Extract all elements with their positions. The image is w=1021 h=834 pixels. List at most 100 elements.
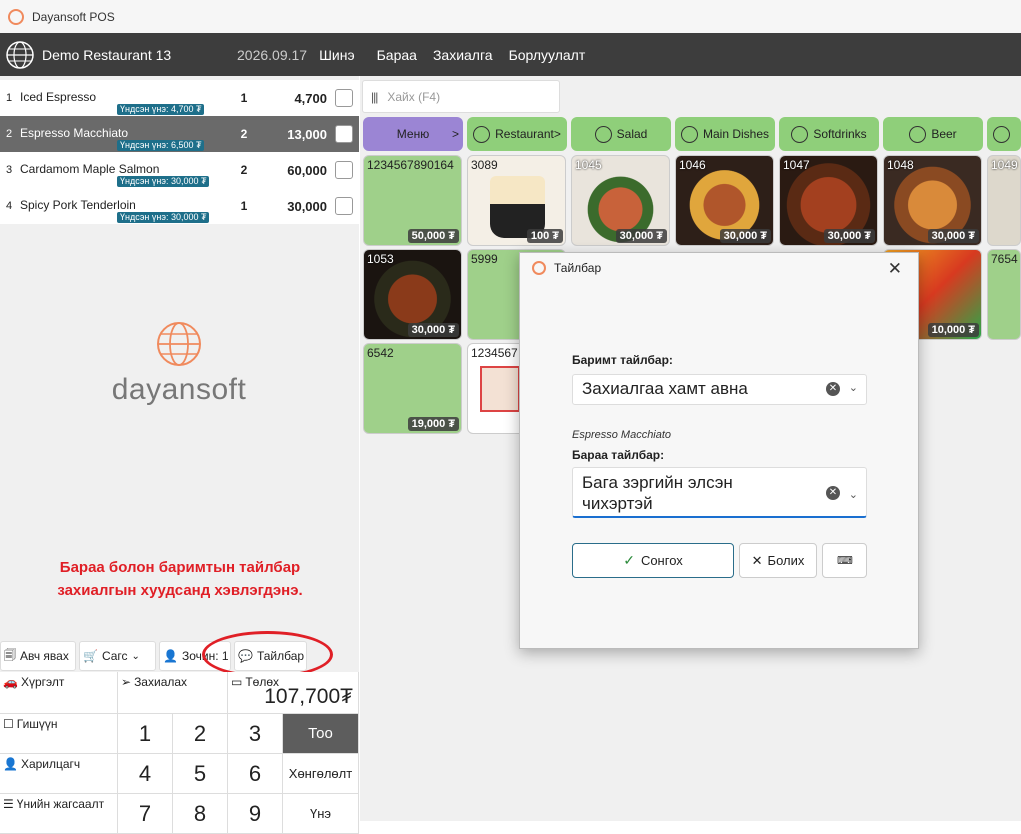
order-row-qty: 1 — [240, 91, 248, 105]
order-row-number: 4 — [6, 200, 13, 212]
category-label: Beer — [931, 127, 957, 141]
order-row-base-price: Үндсэн үнэ: 30,000 ₮ — [117, 176, 210, 187]
digit-1-button[interactable]: 1 — [118, 714, 173, 754]
category-softdrinks[interactable]: Softdrinks — [779, 117, 879, 151]
order-panel: 1 Iced Espresso Үндсэн үнэ: 4,700 ₮ 1 4,… — [0, 76, 359, 834]
product-tile[interactable]: 1047 30,000 ₮ — [779, 155, 878, 246]
digit-8-button[interactable]: 8 — [173, 794, 228, 834]
receipt-note-label: Баримт тайлбар: — [572, 353, 673, 367]
menu-sales[interactable]: Борлуулалт — [509, 47, 586, 63]
receipt-note-value: Захиалгаа хамт авна — [582, 379, 748, 398]
order-row-amount: 13,000 — [287, 126, 327, 142]
discount-button[interactable]: Хөнгөлөлт — [283, 754, 359, 794]
food-dome-icon — [680, 125, 698, 143]
order-row[interactable]: 4 Spicy Pork Tenderloin Үндсэн үнэ: 30,0… — [0, 188, 359, 224]
product-tile[interactable]: 7654 — [987, 249, 1021, 340]
search-input[interactable]: ||| Хайх (F4) — [362, 80, 560, 113]
order-row-checkbox[interactable] — [335, 89, 353, 107]
order-row-checkbox[interactable] — [335, 125, 353, 143]
pay-button[interactable]: ▭ Төлөх 107,700₮ — [228, 672, 359, 714]
digit-5-button[interactable]: 5 — [173, 754, 228, 794]
customer-button[interactable]: 👤 Харилцагч — [0, 754, 118, 794]
order-row-amount: 4,700 — [294, 90, 327, 106]
product-tile[interactable]: 6542 19,000 ₮ — [363, 343, 462, 434]
product-code: 7654 — [991, 252, 1018, 266]
chevron-down-icon[interactable]: ⌄ — [849, 381, 858, 394]
order-button[interactable]: ➢ Захиалах — [118, 672, 228, 714]
product-code: 3089 — [471, 158, 498, 172]
globe-icon[interactable] — [5, 40, 35, 70]
digit-6-button[interactable]: 6 — [228, 754, 283, 794]
app-logo-icon — [8, 8, 24, 25]
product-price: 30,000 ₮ — [719, 229, 771, 243]
category-beer[interactable]: Beer — [883, 117, 983, 151]
dialog-title: Тайлбар — [554, 261, 602, 275]
order-row[interactable]: 3 Cardamom Maple Salmon Үндсэн үнэ: 30,0… — [0, 152, 359, 188]
person-icon: 👤 — [3, 757, 18, 771]
order-row[interactable]: 2 Espresso Macchiato Үндсэн үнэ: 6,500 ₮… — [0, 116, 359, 152]
price-button[interactable]: Үнэ — [283, 794, 359, 834]
order-row-checkbox[interactable] — [335, 197, 353, 215]
ok-button[interactable]: ✓ Сонгох — [572, 543, 734, 578]
order-row-name: Iced Espresso — [20, 90, 97, 104]
category-restaurant[interactable]: Restaurant> — [467, 117, 567, 151]
order-row-qty: 1 — [240, 199, 248, 213]
food-dome-icon — [473, 125, 491, 143]
product-tile[interactable]: 3089 100 ₮ — [467, 155, 566, 246]
chevron-down-icon[interactable]: ⌄ — [849, 485, 858, 506]
menu-orders[interactable]: Захиалга — [433, 47, 493, 63]
product-code: 6542 — [367, 346, 394, 360]
close-icon: ✕ — [751, 552, 763, 568]
category-salad[interactable]: Salad — [571, 117, 671, 151]
beer-icon — [909, 125, 927, 143]
product-price: 100 ₮ — [526, 229, 563, 243]
order-row-number: 1 — [6, 92, 13, 104]
cart-button[interactable]: 🛒 Сагс ⌄ — [79, 641, 156, 671]
bottle-icon — [993, 125, 1010, 143]
product-code: 1234567890164 — [367, 158, 454, 172]
highlight-circle — [202, 631, 333, 678]
wallet-icon: ▭ — [231, 675, 243, 689]
product-price: 30,000 ₮ — [407, 323, 459, 337]
digit-9-button[interactable]: 9 — [228, 794, 283, 834]
product-tile[interactable]: 1234567890164 50,000 ₮ — [363, 155, 462, 246]
order-row-checkbox[interactable] — [335, 161, 353, 179]
delivery-button[interactable]: 🚗 Хүргэлт — [0, 672, 118, 714]
product-tile[interactable]: 1049 — [987, 155, 1021, 246]
receipt-note-field[interactable]: Захиалгаа хамт авна ✕ ⌄ — [572, 374, 867, 405]
product-tile[interactable]: 1045 30,000 ₮ — [571, 155, 670, 246]
category-label: Меню — [396, 127, 430, 141]
keyboard-button[interactable]: ⌨ — [822, 543, 867, 578]
clear-icon[interactable]: ✕ — [826, 382, 840, 396]
delivery-label: Хүргэлт — [20, 675, 65, 689]
member-button[interactable]: ☐ Гишүүн — [0, 714, 118, 754]
digit-7-button[interactable]: 7 — [118, 794, 173, 834]
product-code: 1045 — [575, 158, 602, 172]
order-label: Захиалах — [134, 675, 188, 689]
new-order-button[interactable]: Шинэ — [319, 47, 355, 63]
clear-icon[interactable]: ✕ — [826, 486, 840, 500]
category-label: Restaurant> — [495, 127, 561, 141]
order-row[interactable]: 1 Iced Espresso Үндсэн үнэ: 4,700 ₮ 1 4,… — [0, 80, 359, 116]
order-total: 107,700₮ — [264, 685, 353, 708]
item-note-field[interactable]: Бага зэргийн элсэн чихэртэй ✕ ⌄ — [572, 467, 867, 518]
category-main-dishes[interactable]: Main Dishes — [675, 117, 775, 151]
digit-3-button[interactable]: 3 — [228, 714, 283, 754]
pricelist-button[interactable]: ☰ Үнийн жагсаалт — [0, 794, 118, 834]
digit-2-button[interactable]: 2 — [173, 714, 228, 754]
cancel-button[interactable]: ✕ Болих — [739, 543, 817, 578]
product-code: 1053 — [367, 252, 394, 266]
product-tile[interactable]: 1048 30,000 ₮ — [883, 155, 982, 246]
category-more[interactable] — [987, 117, 1021, 151]
qty-button[interactable]: Тоо — [283, 714, 359, 754]
current-date: 2026.09.17 — [237, 46, 308, 63]
window-title: Dayansoft POS — [32, 9, 115, 24]
category-menu[interactable]: Меню > — [363, 117, 463, 151]
takeaway-button[interactable]: 🗐 Авч явах — [0, 641, 76, 671]
close-icon[interactable]: ✕ — [888, 259, 902, 279]
product-tile[interactable]: 1053 30,000 ₮ — [363, 249, 462, 340]
product-tile[interactable]: 1046 30,000 ₮ — [675, 155, 774, 246]
cart-icon: 🛒 — [83, 649, 98, 663]
menu-products[interactable]: Бараа — [377, 47, 417, 63]
digit-4-button[interactable]: 4 — [118, 754, 173, 794]
